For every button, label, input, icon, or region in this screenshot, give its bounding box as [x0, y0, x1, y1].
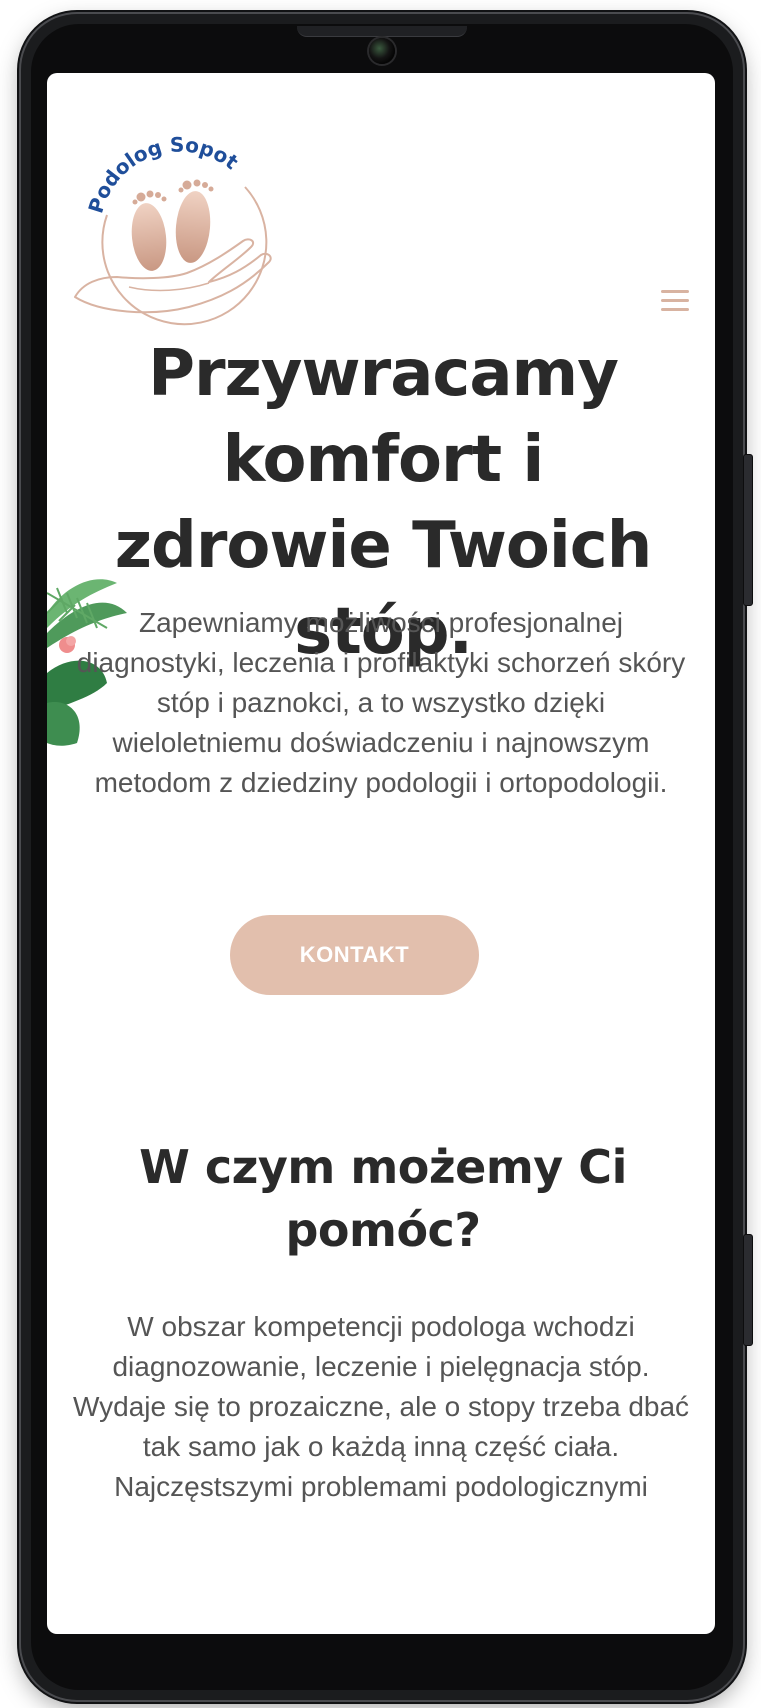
logo-text: Podolog Sopot	[83, 132, 243, 216]
podolog-sopot-logo-icon: Podolog Sopot	[74, 132, 272, 326]
section-description: W obszar kompetencji podologa wchodzi di…	[72, 1311, 690, 1502]
menu-bar	[661, 290, 689, 293]
power-button	[743, 1234, 753, 1346]
menu-bar	[661, 299, 689, 302]
hamburger-menu-icon[interactable]	[661, 290, 691, 316]
speaker-grille	[297, 26, 467, 37]
menu-bar	[661, 308, 689, 311]
section-title: W czym możemy Ci pomóc?	[139, 1140, 627, 1257]
phone-screen: Podolog Sopot Przywracamy komfort i zdro…	[47, 73, 715, 1634]
front-camera-icon	[369, 38, 395, 64]
contact-button[interactable]: KONTAKT	[230, 915, 479, 995]
site-logo[interactable]: Podolog Sopot	[69, 127, 289, 327]
volume-button	[743, 454, 753, 606]
hero-description: Zapewniamy możliwości profesjonalnej dia…	[76, 607, 686, 798]
